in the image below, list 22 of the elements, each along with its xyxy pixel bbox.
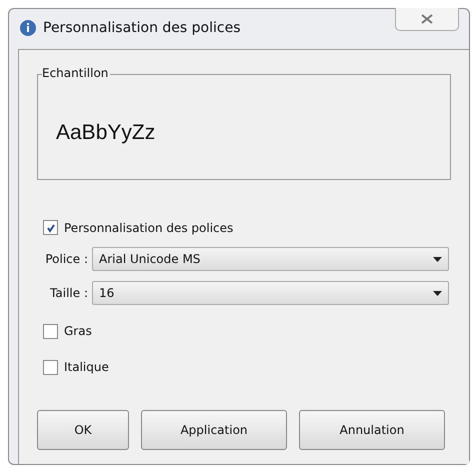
group-legend: Echantillon (42, 66, 110, 80)
caret-icon (433, 256, 442, 262)
checkbox-label: Italique (64, 360, 109, 374)
dropdown[interactable]: 16 (92, 281, 449, 305)
field-label: Police : (44, 252, 88, 266)
sample-text: AaBbYyZz (56, 121, 156, 145)
checkbox-label: Personnalisation des polices (64, 220, 234, 234)
caret-icon (433, 290, 442, 296)
info-icon (19, 19, 37, 37)
window-title: Personnalisation des polices (43, 20, 240, 36)
dropdown[interactable]: Arial Unicode MS (92, 247, 449, 271)
close-icon (421, 14, 433, 24)
dialog-button[interactable]: OK (37, 410, 129, 450)
close-button[interactable] (395, 8, 459, 31)
check-icon (46, 222, 56, 232)
checkbox-label: Gras (64, 324, 92, 338)
checkbox[interactable] (43, 324, 58, 338)
checkbox[interactable] (43, 220, 58, 235)
dialog-button[interactable]: Annulation (299, 410, 445, 450)
checkbox[interactable] (43, 360, 58, 374)
field-label: Taille : (49, 286, 88, 300)
dialog-button[interactable]: Application (141, 410, 287, 450)
